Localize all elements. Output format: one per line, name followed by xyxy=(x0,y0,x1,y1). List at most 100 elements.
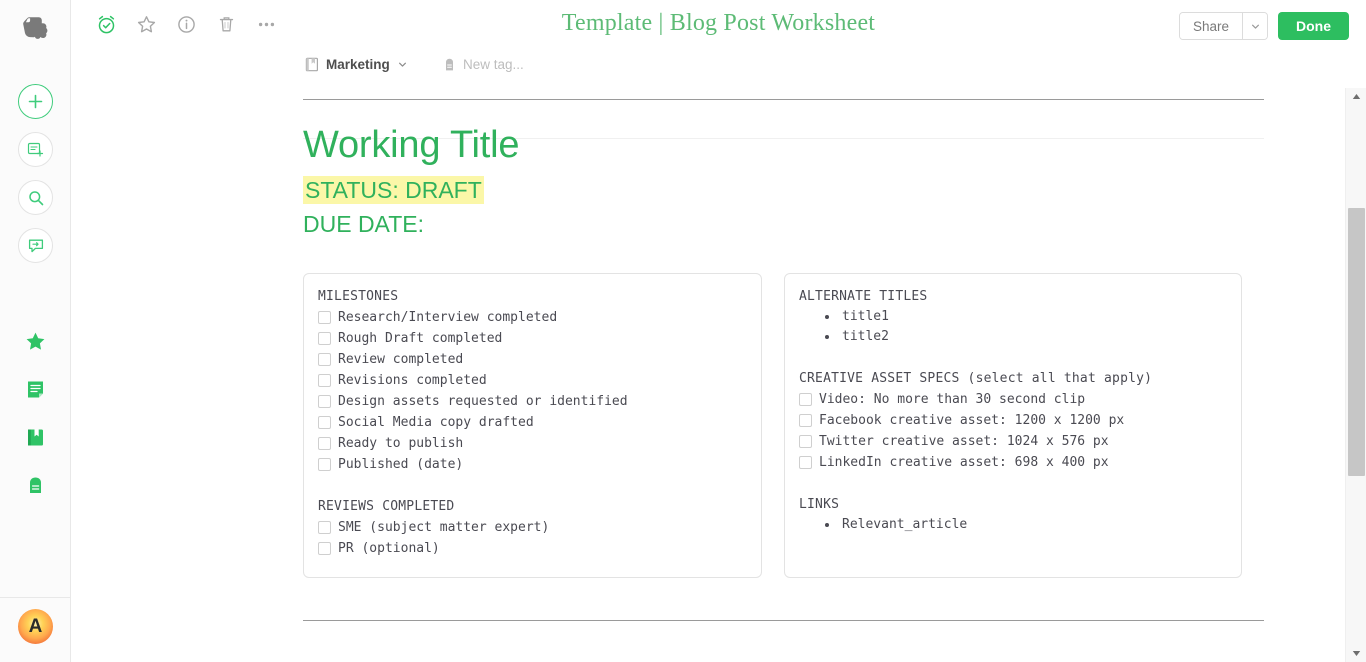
topbar-right-actions: Share Done xyxy=(1178,12,1349,40)
sidebar-divider xyxy=(0,597,71,598)
share-dropdown-button[interactable] xyxy=(1242,13,1267,39)
horizontal-rule-bottom xyxy=(303,619,1264,621)
checklist-item[interactable]: LinkedIn creative asset: 698 x 400 px xyxy=(799,452,1227,473)
vertical-scrollbar[interactable] xyxy=(1345,88,1366,662)
links-header: LINKS xyxy=(799,496,840,512)
checklist-label: Research/Interview completed xyxy=(338,309,558,325)
evernote-elephant-icon[interactable] xyxy=(19,11,51,43)
checkbox[interactable] xyxy=(318,394,331,408)
checkbox[interactable] xyxy=(799,413,812,427)
list-item: title2 xyxy=(799,327,1227,347)
list-item-label: title1 xyxy=(842,309,889,325)
checklist-item[interactable]: Facebook creative asset: 1200 x 1200 px xyxy=(799,410,1227,431)
checklist-label: Ready to publish xyxy=(338,435,464,451)
checklist-item[interactable]: PR (optional) xyxy=(318,538,747,559)
checklist-item[interactable]: Design assets requested or identified xyxy=(318,391,747,412)
checkbox[interactable] xyxy=(318,541,331,555)
avatar-initial: A xyxy=(28,615,43,637)
search-button[interactable] xyxy=(18,180,53,215)
note-content: Working Title STATUS: DRAFT DUE DATE: MI… xyxy=(303,99,1264,621)
left-sidebar: A xyxy=(0,0,71,662)
star-icon xyxy=(26,332,45,350)
checklist-label: LinkedIn creative asset: 698 x 400 px xyxy=(819,454,1109,470)
note-add-icon xyxy=(27,142,44,157)
share-chat-icon xyxy=(28,239,43,252)
working-title-heading: Working Title xyxy=(303,124,520,166)
checkbox[interactable] xyxy=(318,352,331,366)
note-toolbar: Template | Blog Post Worksheet Share Don… xyxy=(71,0,1366,52)
sidebar-item-tags[interactable] xyxy=(18,468,53,503)
status-line: STATUS: DRAFT xyxy=(303,175,1264,205)
checklist-label: Published (date) xyxy=(338,456,464,472)
notebook-selector[interactable]: Marketing xyxy=(305,57,408,72)
share-button-group: Share xyxy=(1178,12,1268,40)
links-list: Relevant_article xyxy=(799,515,1227,535)
worksheet-table: MILESTONES Research/Interview completed … xyxy=(303,272,1264,578)
checkbox[interactable] xyxy=(318,373,331,387)
checklist-item[interactable]: Social Media copy drafted xyxy=(318,412,747,433)
checklist-item[interactable]: Research/Interview completed xyxy=(318,307,747,328)
checkbox[interactable] xyxy=(799,392,812,406)
done-button[interactable]: Done xyxy=(1278,12,1349,40)
sidebar-item-shortcuts[interactable] xyxy=(18,324,53,359)
checklist-label: Video: No more than 30 second clip xyxy=(819,391,1086,407)
bullet-icon xyxy=(825,334,829,339)
checkbox[interactable] xyxy=(799,434,812,448)
list-item-label: title2 xyxy=(842,329,889,345)
checkbox[interactable] xyxy=(318,436,331,450)
bullet-icon xyxy=(825,522,829,527)
checkbox[interactable] xyxy=(318,415,331,429)
bullet-icon xyxy=(825,314,829,319)
checklist-item[interactable]: Twitter creative asset: 1024 x 576 px xyxy=(799,431,1227,452)
tag-icon xyxy=(446,58,453,71)
milestones-header: MILESTONES xyxy=(318,288,399,304)
share-note-button[interactable] xyxy=(18,228,53,263)
sidebar-item-notebooks[interactable] xyxy=(18,420,53,455)
checklist-label: PR (optional) xyxy=(338,540,440,556)
checkbox[interactable] xyxy=(318,331,331,345)
checklist-label: Twitter creative asset: 1024 x 576 px xyxy=(819,433,1109,449)
list-item: title1 xyxy=(799,307,1227,327)
share-button[interactable]: Share xyxy=(1179,13,1242,39)
checklist-label: Social Media copy drafted xyxy=(338,414,534,430)
checklist-item[interactable]: SME (subject matter expert) xyxy=(318,517,747,538)
tag-placeholder: New tag... xyxy=(463,57,524,72)
status-highlight: STATUS: DRAFT xyxy=(303,175,484,204)
checklist-item[interactable]: Video: No more than 30 second clip xyxy=(799,389,1227,410)
new-notebook-button[interactable] xyxy=(18,132,53,167)
checkbox[interactable] xyxy=(799,455,812,469)
checklist-label: Rough Draft completed xyxy=(338,330,503,346)
avatar[interactable]: A xyxy=(18,609,53,644)
notebook-name: Marketing xyxy=(326,57,390,72)
evernote-window: A Template | Blog Post Worksheet Share D… xyxy=(0,0,1366,662)
checklist-label: Facebook creative asset: 1200 x 1200 px xyxy=(819,412,1125,428)
note-icon xyxy=(28,381,43,398)
checkbox[interactable] xyxy=(318,520,331,534)
note-pane: Template | Blog Post Worksheet Share Don… xyxy=(71,0,1366,662)
checkbox[interactable] xyxy=(318,457,331,471)
checklist-item[interactable]: Published (date) xyxy=(318,454,747,475)
checklist-label: Review completed xyxy=(338,351,464,367)
scrollbar-thumb[interactable] xyxy=(1348,208,1365,476)
tag-icon xyxy=(30,477,41,493)
note-title[interactable]: Template | Blog Post Worksheet xyxy=(71,10,1366,37)
tag-input-area[interactable]: New tag... xyxy=(443,57,524,72)
plus-icon xyxy=(28,94,43,109)
sidebar-item-notes[interactable] xyxy=(18,372,53,407)
scroll-down-arrow-icon[interactable] xyxy=(1346,645,1366,662)
magnifier-icon xyxy=(28,190,43,205)
checklist-item[interactable]: Review completed xyxy=(318,349,747,370)
checklist-item[interactable]: Revisions completed xyxy=(318,370,747,391)
checkbox[interactable] xyxy=(318,310,331,324)
note-editor[interactable]: Working Title STATUS: DRAFT DUE DATE: MI… xyxy=(71,88,1366,662)
checklist-item[interactable]: Ready to publish xyxy=(318,433,747,454)
new-note-button[interactable] xyxy=(18,84,53,119)
checklist-item[interactable]: Rough Draft completed xyxy=(318,328,747,349)
reviews-header: REVIEWS COMPLETED xyxy=(318,498,455,514)
alternate-titles-list: title1 title2 xyxy=(799,307,1227,347)
list-item-label: Relevant_article xyxy=(842,517,968,533)
scroll-up-arrow-icon[interactable] xyxy=(1346,88,1366,105)
chevron-down-icon xyxy=(398,62,406,67)
specs-cell: ALTERNATE TITLES title1 title2 CREATIVE … xyxy=(784,272,1242,578)
